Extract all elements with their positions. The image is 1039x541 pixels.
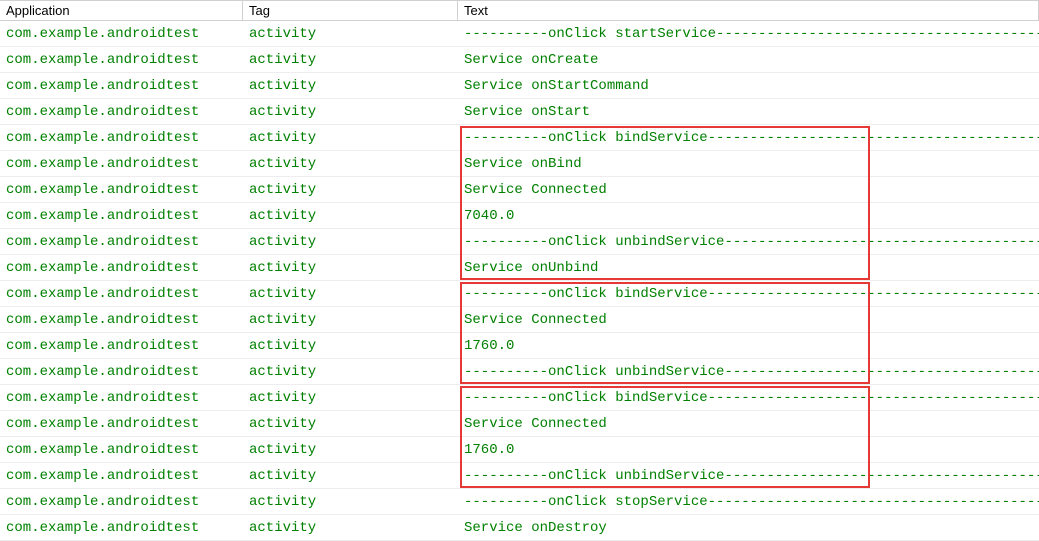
cell-text: Service onStart [458, 104, 1039, 120]
table-row[interactable]: com.example.androidtestactivityService o… [0, 515, 1039, 541]
cell-application: com.example.androidtest [0, 78, 243, 94]
cell-text: Service onCreate [458, 52, 1039, 68]
cell-application: com.example.androidtest [0, 208, 243, 224]
cell-tag: activity [243, 468, 458, 484]
cell-tag: activity [243, 416, 458, 432]
column-header-application[interactable]: Application [0, 1, 243, 20]
table-row[interactable]: com.example.androidtestactivityService C… [0, 177, 1039, 203]
table-row[interactable]: com.example.androidtestactivity---------… [0, 229, 1039, 255]
cell-tag: activity [243, 156, 458, 172]
cell-text: ----------onClick unbindService---------… [458, 364, 1039, 380]
cell-tag: activity [243, 234, 458, 250]
table-row[interactable]: com.example.androidtestactivityService C… [0, 307, 1039, 333]
cell-text: Service onStartCommand [458, 78, 1039, 94]
column-header-text[interactable]: Text [458, 1, 1039, 20]
cell-application: com.example.androidtest [0, 312, 243, 328]
cell-tag: activity [243, 130, 458, 146]
cell-tag: activity [243, 520, 458, 536]
cell-tag: activity [243, 364, 458, 380]
cell-tag: activity [243, 208, 458, 224]
table-row[interactable]: com.example.androidtestactivityService o… [0, 255, 1039, 281]
cell-tag: activity [243, 390, 458, 406]
cell-tag: activity [243, 260, 458, 276]
cell-application: com.example.androidtest [0, 442, 243, 458]
cell-tag: activity [243, 286, 458, 302]
table-row[interactable]: com.example.androidtestactivityService o… [0, 47, 1039, 73]
cell-application: com.example.androidtest [0, 130, 243, 146]
cell-text: 1760.0 [458, 442, 1039, 458]
cell-tag: activity [243, 312, 458, 328]
cell-tag: activity [243, 442, 458, 458]
cell-application: com.example.androidtest [0, 416, 243, 432]
table-row[interactable]: com.example.androidtestactivity---------… [0, 463, 1039, 489]
table-row[interactable]: com.example.androidtestactivityService C… [0, 411, 1039, 437]
cell-text: Service onUnbind [458, 260, 1039, 276]
cell-application: com.example.androidtest [0, 468, 243, 484]
column-header-tag[interactable]: Tag [243, 1, 458, 20]
table-row[interactable]: com.example.androidtestactivity---------… [0, 489, 1039, 515]
table-row[interactable]: com.example.androidtestactivity7040.0 [0, 203, 1039, 229]
cell-tag: activity [243, 26, 458, 42]
cell-application: com.example.androidtest [0, 390, 243, 406]
table-row[interactable]: com.example.androidtestactivity---------… [0, 125, 1039, 151]
table-row[interactable]: com.example.androidtestactivityService o… [0, 151, 1039, 177]
cell-text: ----------onClick bindService-----------… [458, 130, 1039, 146]
table-row[interactable]: com.example.androidtestactivity1760.0 [0, 437, 1039, 463]
cell-tag: activity [243, 52, 458, 68]
cell-text: ----------onClick unbindService---------… [458, 468, 1039, 484]
cell-tag: activity [243, 104, 458, 120]
cell-application: com.example.androidtest [0, 182, 243, 198]
cell-text: Service onBind [458, 156, 1039, 172]
table-row[interactable]: com.example.androidtestactivity---------… [0, 21, 1039, 47]
cell-tag: activity [243, 78, 458, 94]
cell-tag: activity [243, 494, 458, 510]
table-body: com.example.androidtestactivity---------… [0, 21, 1039, 541]
cell-application: com.example.androidtest [0, 520, 243, 536]
table-row[interactable]: com.example.androidtestactivity---------… [0, 385, 1039, 411]
cell-tag: activity [243, 338, 458, 354]
cell-text: ----------onClick bindService-----------… [458, 390, 1039, 406]
cell-text: 7040.0 [458, 208, 1039, 224]
cell-application: com.example.androidtest [0, 494, 243, 510]
cell-application: com.example.androidtest [0, 104, 243, 120]
cell-application: com.example.androidtest [0, 364, 243, 380]
table-row[interactable]: com.example.androidtestactivityService o… [0, 73, 1039, 99]
cell-application: com.example.androidtest [0, 52, 243, 68]
cell-application: com.example.androidtest [0, 338, 243, 354]
cell-application: com.example.androidtest [0, 260, 243, 276]
cell-text: ----------onClick startService----------… [458, 26, 1039, 42]
cell-tag: activity [243, 182, 458, 198]
cell-text: Service Connected [458, 416, 1039, 432]
cell-text: ----------onClick stopService-----------… [458, 494, 1039, 510]
cell-text: ----------onClick unbindService---------… [458, 234, 1039, 250]
cell-text: Service onDestroy [458, 520, 1039, 536]
table-row[interactable]: com.example.androidtestactivity1760.0 [0, 333, 1039, 359]
table-row[interactable]: com.example.androidtestactivity---------… [0, 359, 1039, 385]
table-row[interactable]: com.example.androidtestactivityService o… [0, 99, 1039, 125]
cell-text: ----------onClick bindService-----------… [458, 286, 1039, 302]
cell-application: com.example.androidtest [0, 26, 243, 42]
cell-application: com.example.androidtest [0, 234, 243, 250]
table-header-row: Application Tag Text [0, 0, 1039, 21]
log-table: Application Tag Text com.example.android… [0, 0, 1039, 541]
cell-text: Service Connected [458, 182, 1039, 198]
cell-application: com.example.androidtest [0, 286, 243, 302]
table-row[interactable]: com.example.androidtestactivity---------… [0, 281, 1039, 307]
cell-text: 1760.0 [458, 338, 1039, 354]
cell-text: Service Connected [458, 312, 1039, 328]
cell-application: com.example.androidtest [0, 156, 243, 172]
